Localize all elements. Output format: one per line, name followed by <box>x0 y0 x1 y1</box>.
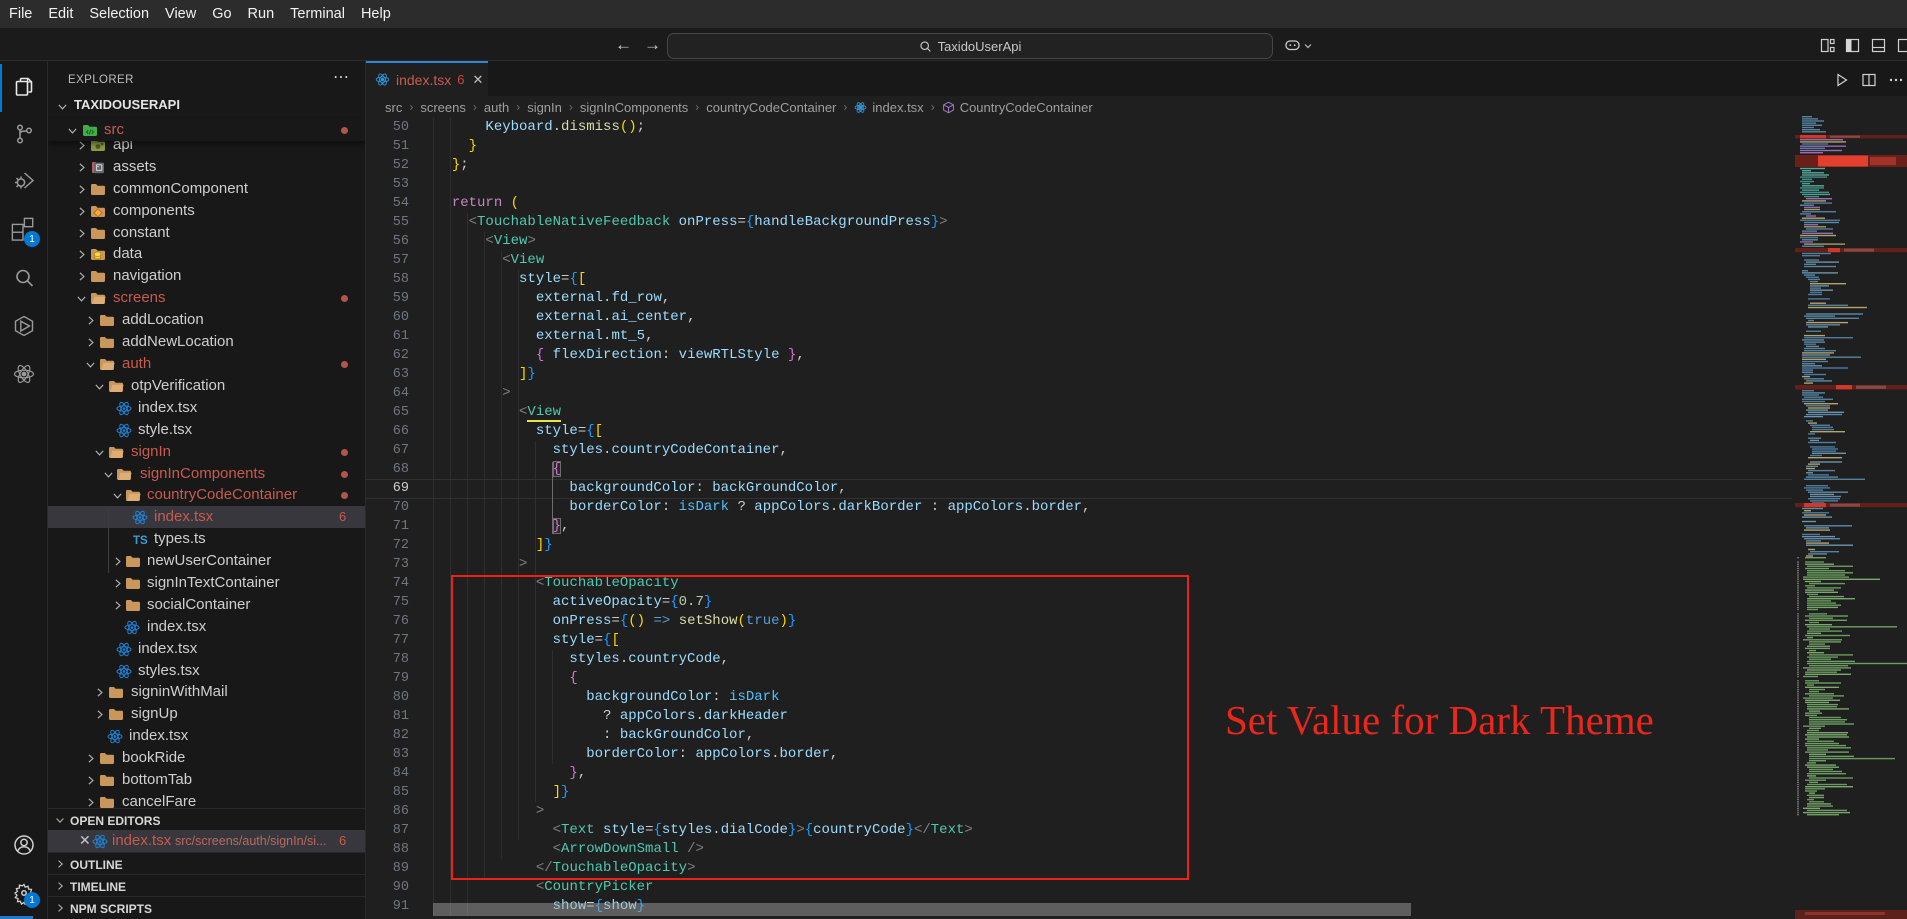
svg-text:TS: TS <box>133 535 148 547</box>
